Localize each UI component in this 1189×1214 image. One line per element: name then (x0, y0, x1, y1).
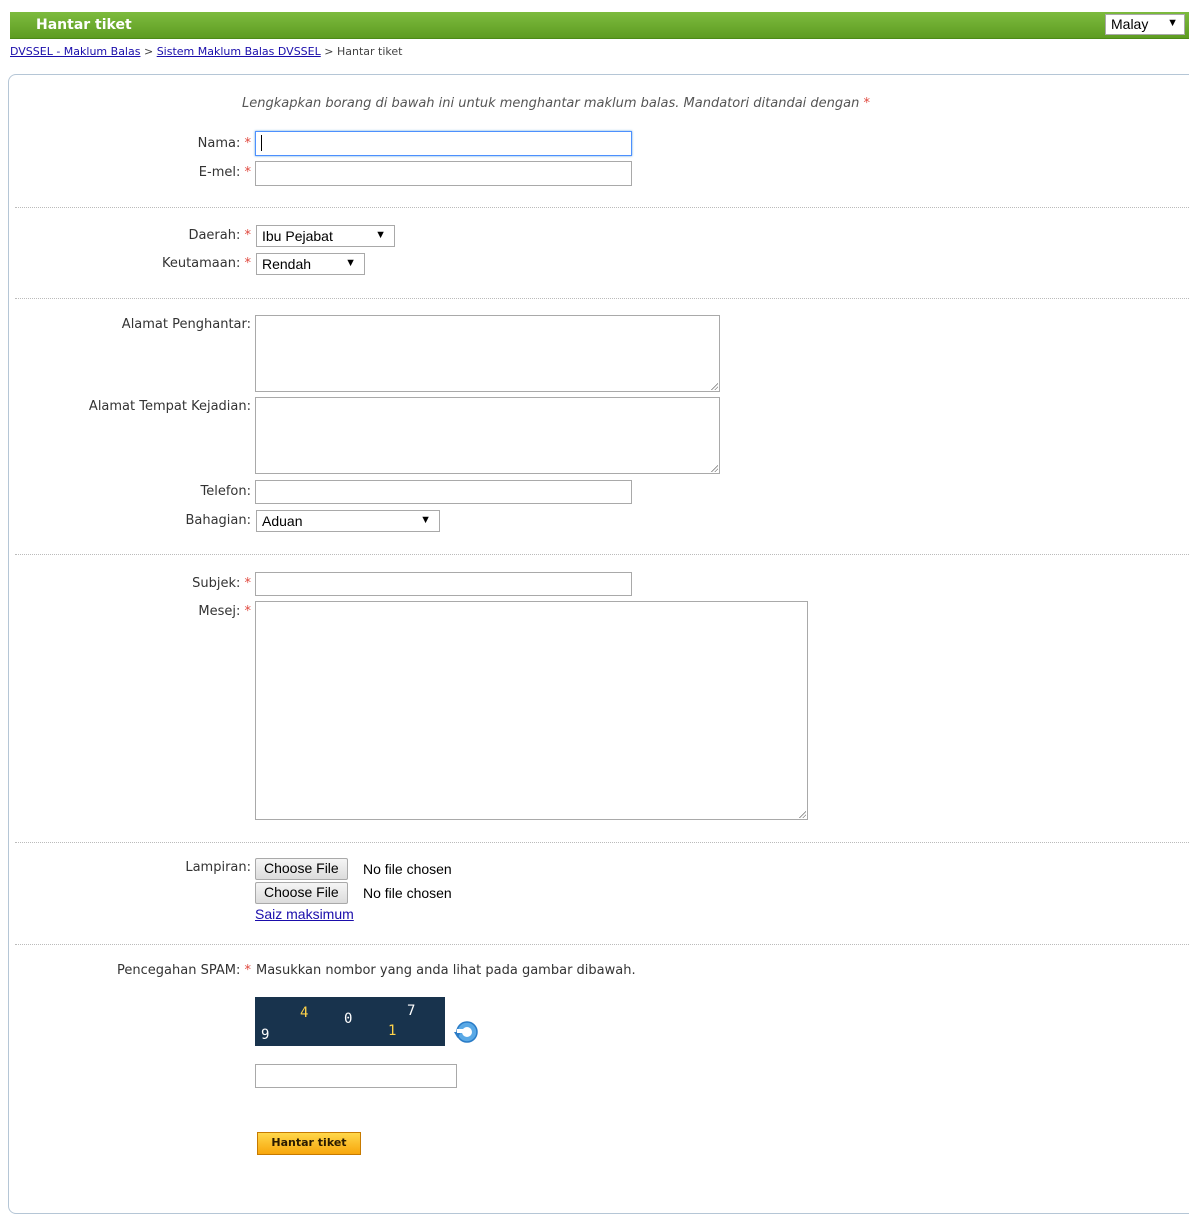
region-select-value: Ibu Pejabat (262, 228, 333, 244)
subject-label: Subjek: (192, 576, 241, 591)
captcha-image: 4 0 7 9 1 (255, 997, 445, 1046)
spam-instruction: Masukkan nombor yang anda lihat pada gam… (256, 963, 636, 978)
message-label-row: Mesej: * (198, 604, 251, 619)
resize-handle-icon[interactable] (798, 810, 806, 818)
name-label: Nama: (197, 136, 241, 151)
priority-label-row: Keutamaan: * (162, 256, 251, 271)
resize-handle-icon[interactable] (710, 382, 718, 390)
required-mark: * (244, 228, 252, 243)
email-label-row: E-mel: * (199, 165, 251, 180)
priority-label: Keutamaan: (161, 256, 241, 271)
chevron-down-icon: ▼ (345, 257, 356, 269)
refresh-captcha-icon[interactable] (450, 1018, 482, 1046)
chevron-down-icon: ▼ (1167, 17, 1178, 29)
refresh-icon (454, 1021, 478, 1043)
name-input[interactable] (255, 131, 632, 156)
message-textarea[interactable] (255, 601, 808, 820)
sender-address-label-wrap: Alamat Penghantar: (0, 317, 251, 335)
sender-address-label: Alamat Penghantar: (121, 317, 251, 332)
required-mark: * (244, 963, 252, 978)
required-mark: * (244, 576, 252, 591)
spam-label: Pencegahan SPAM: (117, 963, 241, 978)
incident-address-label: Alamat Tempat Kejadian: (88, 399, 251, 414)
breadcrumb-separator: > (324, 45, 334, 58)
breadcrumb-link-home[interactable]: DVSSEL - Maklum Balas (10, 45, 140, 58)
captcha-digit: 4 (300, 1005, 309, 1021)
language-select-value: Malay (1111, 16, 1149, 32)
region-label-row: Daerah: * (188, 228, 251, 243)
email-field[interactable] (255, 161, 632, 186)
text-caret (261, 135, 262, 151)
division-select[interactable]: Aduan ▼ (256, 510, 440, 532)
attachment-label: Lampiran: (185, 860, 251, 875)
choose-file-button[interactable]: Choose File (255, 882, 348, 904)
divider (15, 298, 1189, 299)
incident-address-label-wrap: Alamat Tempat Kejadian: (0, 399, 251, 417)
required-mark: * (244, 604, 252, 619)
attachment-label-wrap: Lampiran: (0, 860, 251, 878)
region-label-wrap: Daerah: * (0, 228, 251, 246)
subject-input[interactable] (255, 572, 632, 596)
required-mark: * (244, 136, 252, 151)
choose-file-button[interactable]: Choose File (255, 858, 348, 880)
divider (15, 207, 1189, 208)
captcha-digit: 0 (344, 1011, 353, 1027)
captcha-digit: 9 (261, 1027, 270, 1043)
language-select[interactable]: Malay ▼ (1105, 14, 1185, 35)
region-select[interactable]: Ibu Pejabat ▼ (256, 225, 395, 247)
incident-address-textarea[interactable] (255, 397, 720, 474)
captcha-digit: 1 (388, 1023, 397, 1039)
divider (15, 554, 1189, 555)
resize-handle-icon[interactable] (710, 464, 718, 472)
spam-label-row: Pencegahan SPAM: * (117, 963, 251, 978)
priority-label-wrap: Keutamaan: * (0, 256, 251, 274)
divider (15, 944, 1189, 945)
submit-ticket-button[interactable]: Hantar tiket (257, 1132, 361, 1155)
form-intro: Lengkapkan borang di bawah ini untuk men… (242, 96, 870, 111)
name-label-row: Nama: * (198, 136, 251, 151)
spam-label-wrap: Pencegahan SPAM: * (0, 963, 251, 981)
email-label-wrap: E-mel: * (0, 165, 251, 183)
page-title: Hantar tiket (36, 17, 132, 33)
required-mark: * (863, 96, 871, 111)
sender-address-textarea[interactable] (255, 315, 720, 392)
subject-label-row: Subjek: * (192, 576, 251, 591)
chevron-down-icon: ▼ (420, 514, 431, 526)
priority-select-value: Rendah (262, 256, 312, 272)
division-label-wrap: Bahagian: (0, 513, 251, 531)
header-bar: Hantar tiket (10, 12, 1189, 39)
breadcrumb-link-system[interactable]: Sistem Maklum Balas DVSSEL (157, 45, 321, 58)
division-label: Bahagian: (185, 513, 251, 528)
phone-input[interactable] (255, 480, 632, 504)
divider (15, 842, 1189, 843)
required-mark: * (244, 165, 252, 180)
chevron-down-icon: ▼ (375, 229, 386, 241)
breadcrumb: DVSSEL - Maklum Balas > Sistem Maklum Ba… (10, 45, 402, 58)
subject-label-wrap: Subjek: * (0, 576, 251, 594)
breadcrumb-current: Hantar tiket (336, 45, 403, 58)
captcha-digit: 7 (407, 1003, 416, 1019)
captcha-input[interactable] (255, 1064, 457, 1088)
required-mark: * (244, 256, 252, 271)
name-label-wrap: Nama: * (0, 136, 251, 154)
message-label-wrap: Mesej: * (0, 604, 251, 622)
breadcrumb-separator: > (143, 45, 154, 58)
phone-label: Telefon: (200, 484, 252, 499)
division-select-value: Aduan (262, 513, 303, 529)
phone-label-wrap: Telefon: (0, 484, 252, 502)
priority-select[interactable]: Rendah ▼ (256, 253, 365, 275)
file-status-text: No file chosen (363, 861, 452, 877)
message-label: Mesej: (198, 604, 241, 619)
form-intro-text: Lengkapkan borang di bawah ini untuk men… (242, 96, 860, 111)
max-size-link[interactable]: Saiz maksimum (255, 906, 354, 922)
file-status-text: No file chosen (363, 885, 452, 901)
email-label: E-mel: (198, 165, 241, 180)
region-label: Daerah: (188, 228, 241, 243)
